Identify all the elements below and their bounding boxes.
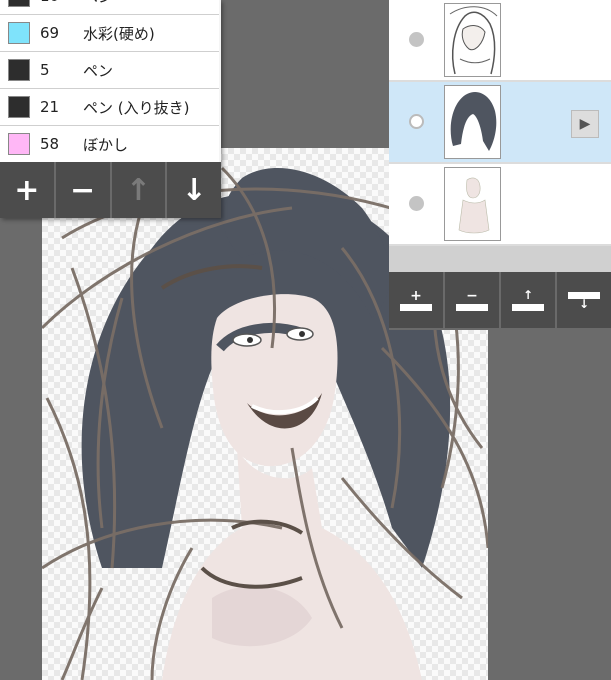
brush-name: ぼかし bbox=[83, 135, 129, 154]
layer-item[interactable] bbox=[389, 0, 611, 82]
layer-bar-icon bbox=[456, 303, 488, 311]
brush-name: 水彩(硬め) bbox=[83, 24, 155, 43]
brush-item[interactable]: 10 ペン bbox=[0, 0, 219, 15]
layer-visibility-toggle[interactable] bbox=[409, 196, 424, 211]
layer-item-selected[interactable]: ▶ bbox=[389, 82, 611, 164]
brush-list-panel: 10 ペン 69 水彩(硬め) 5 ペン 21 ペン (入り抜き) 58 ぼかし… bbox=[0, 0, 221, 218]
brush-color-swatch bbox=[8, 133, 30, 155]
remove-brush-button[interactable]: − bbox=[56, 162, 112, 218]
brush-name: ペン (入り抜き) bbox=[83, 98, 190, 117]
brush-color-swatch bbox=[8, 0, 30, 7]
plus-icon: + bbox=[410, 287, 422, 304]
arrow-down-icon: ↓ bbox=[578, 296, 590, 311]
brush-color-swatch bbox=[8, 22, 30, 44]
arrow-up-icon: ↑ bbox=[522, 287, 534, 302]
brush-name: ペン bbox=[83, 61, 114, 80]
layer-bar-icon bbox=[512, 303, 544, 311]
delete-layer-button[interactable]: − bbox=[445, 272, 501, 328]
layer-item[interactable] bbox=[389, 164, 611, 246]
brush-item[interactable]: 5 ペン bbox=[0, 52, 219, 89]
layer-visibility-toggle[interactable] bbox=[409, 32, 424, 47]
layer-thumbnail bbox=[444, 85, 501, 159]
layer-options-icon[interactable]: ▶ bbox=[571, 110, 599, 138]
layer-list-empty-area bbox=[389, 246, 611, 272]
brush-color-swatch bbox=[8, 59, 30, 81]
brush-name: ペン bbox=[83, 0, 113, 7]
add-brush-button[interactable]: + bbox=[0, 162, 56, 218]
brush-item[interactable]: 21 ペン (入り抜き) bbox=[0, 89, 219, 126]
brush-size: 10 bbox=[40, 0, 73, 5]
add-layer-button[interactable]: + bbox=[389, 272, 445, 328]
layer-toolbar: + − ↑ ↓ bbox=[389, 272, 611, 328]
brush-toolbar: + − ↑ ↓ bbox=[0, 162, 221, 218]
brush-color-swatch bbox=[8, 96, 30, 118]
minus-icon: − bbox=[466, 287, 478, 304]
move-brush-up-button[interactable]: ↑ bbox=[112, 162, 168, 218]
layer-bar-icon bbox=[400, 303, 432, 311]
layer-panel: ▶ + − ↑ ↓ bbox=[389, 0, 611, 330]
brush-size: 5 bbox=[40, 61, 50, 79]
brush-size: 58 bbox=[40, 135, 60, 153]
move-brush-down-button[interactable]: ↓ bbox=[167, 162, 221, 218]
layer-thumbnail bbox=[444, 167, 501, 241]
brush-item[interactable]: 69 水彩(硬め) bbox=[0, 15, 219, 52]
move-layer-down-button[interactable]: ↓ bbox=[557, 272, 611, 328]
brush-size: 69 bbox=[40, 24, 60, 42]
brush-size: 21 bbox=[40, 98, 60, 116]
brush-item[interactable]: 58 ぼかし bbox=[0, 126, 219, 163]
layer-visibility-toggle[interactable] bbox=[409, 114, 424, 129]
move-layer-up-button[interactable]: ↑ bbox=[501, 272, 557, 328]
layer-thumbnail bbox=[444, 3, 501, 77]
